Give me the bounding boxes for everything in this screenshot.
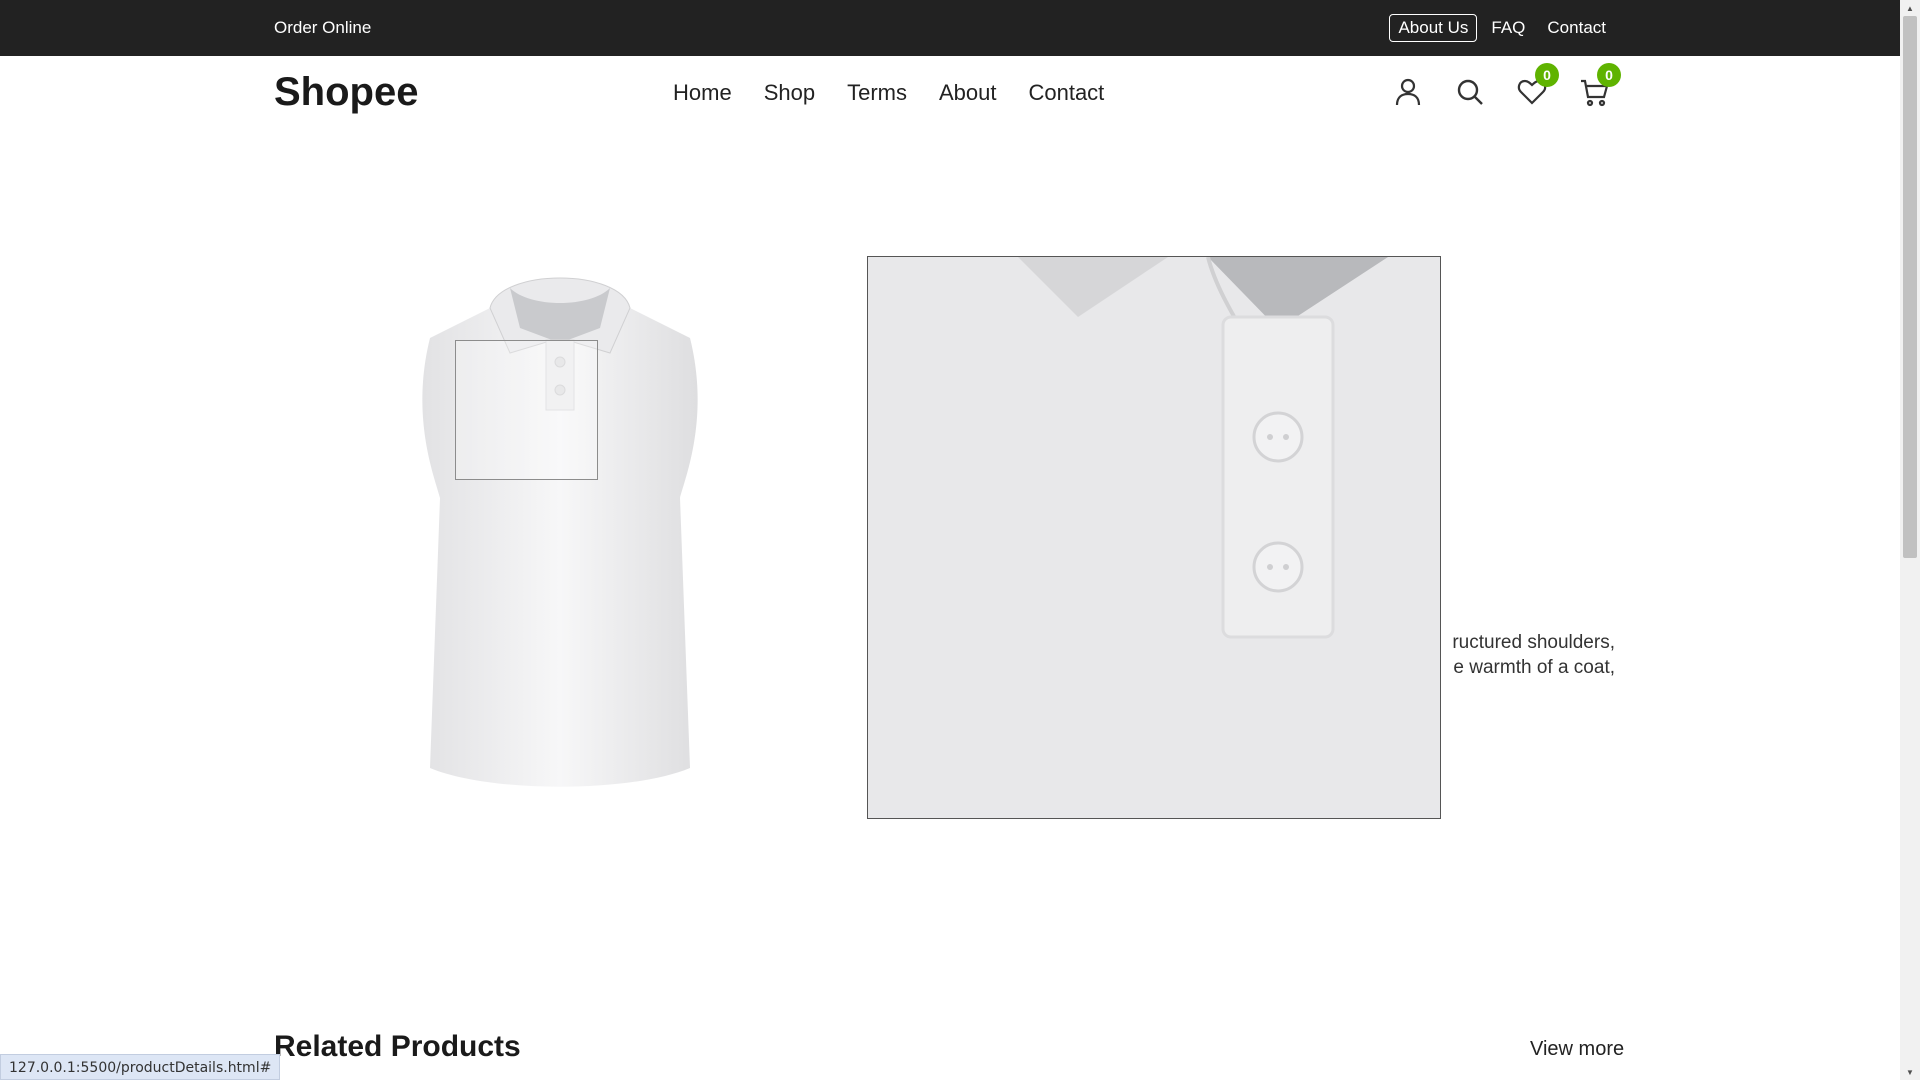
order-online-text: Order Online [274,18,372,37]
wishlist-badge: 0 [1535,63,1559,87]
cart-badge: 0 [1597,63,1621,87]
scroll-down-icon[interactable]: ▼ [1900,1064,1920,1080]
main-header: Shopee Home Shop Terms About Contact 0 0 [0,56,1900,132]
nav-shop[interactable]: Shop [764,80,815,106]
vertical-scrollbar[interactable]: ▲ ▼ [1900,0,1920,1080]
scroll-thumb[interactable] [1903,16,1917,558]
top-link-contact[interactable]: Contact [1539,15,1614,41]
logo[interactable]: Shopee [274,70,418,115]
top-bar: Order Online About Us FAQ Contact [0,0,1900,56]
search-icon[interactable] [1454,76,1486,108]
account-icon[interactable] [1392,76,1424,108]
status-url-tooltip: 127.0.0.1:5500/productDetails.html# [0,1054,281,1080]
related-products-title: Related Products [274,1030,521,1063]
top-link-about-us[interactable]: About Us [1389,14,1478,42]
main-nav: Home Shop Terms About Contact [673,80,1104,106]
scroll-up-icon[interactable]: ▲ [1900,0,1920,16]
wishlist-icon[interactable]: 0 [1516,63,1559,108]
nav-terms[interactable]: Terms [847,80,907,106]
top-bar-links: About Us FAQ Contact [1389,0,1614,56]
cart-icon[interactable]: 0 [1578,63,1621,108]
top-link-faq[interactable]: FAQ [1483,15,1533,41]
view-more-link[interactable]: View more [1530,1038,1624,1061]
zoom-lens[interactable] [455,340,598,480]
nav-contact[interactable]: Contact [1028,80,1104,106]
header-icons: 0 0 [1392,63,1621,108]
nav-about[interactable]: About [939,80,997,106]
nav-home[interactable]: Home [673,80,732,106]
zoom-result-window [867,256,1441,819]
